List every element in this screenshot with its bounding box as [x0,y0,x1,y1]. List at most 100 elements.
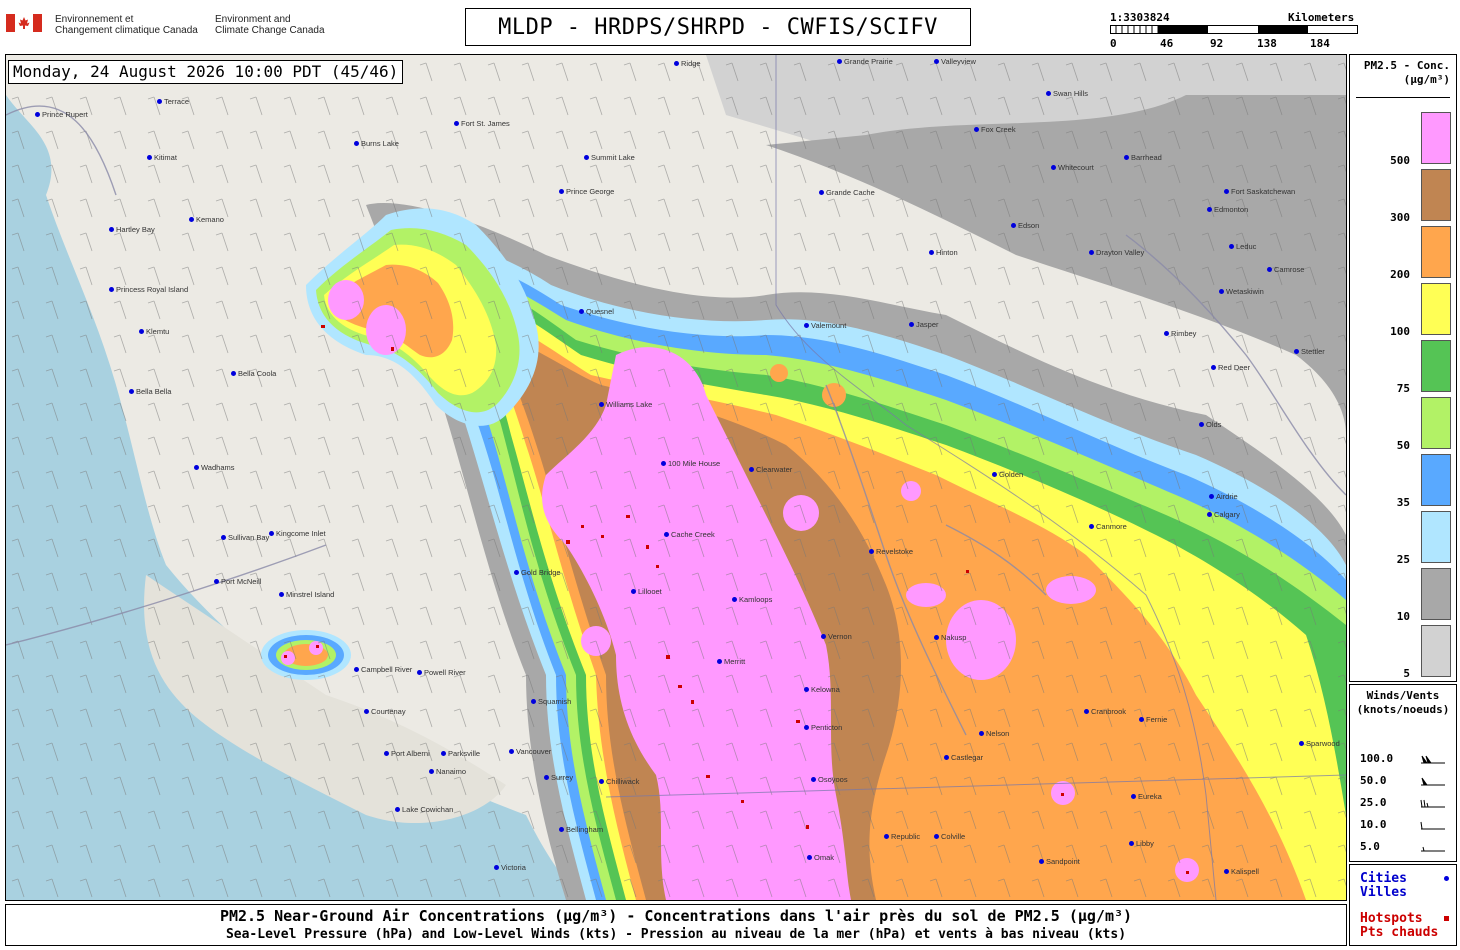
city-label: Gold Bridge [521,568,561,577]
city-label: Summit Lake [591,153,635,162]
city-label: Nanaimo [436,767,467,776]
city-dot [1211,365,1216,370]
map-canvas [6,55,1346,900]
city-dot [599,779,604,784]
legend-value-label: 50 [1396,439,1410,452]
city-label: Stettler [1301,347,1325,356]
city-label: Merritt [724,657,746,666]
government-name-english: Environment and Climate Change Canada [215,14,325,36]
city-dot [1164,331,1169,336]
city-dot [579,309,584,314]
city-dot [599,402,604,407]
city-label: Clearwater [756,465,793,474]
scale-bar [1110,25,1358,34]
city-dot [1051,165,1056,170]
city-dot [221,535,226,540]
city-dot [749,467,754,472]
city-dot [821,634,826,639]
city-dot [231,371,236,376]
smoke-forecast-map[interactable]: Prince Rupert Terrace Kitimat Kemano Har… [5,54,1347,901]
city-label: Jasper [916,320,939,329]
city-label: 100 Mile House [668,459,721,468]
legend-swatch [1421,169,1451,221]
wind-speed-label: 100.0 [1360,752,1394,765]
legend-swatch [1421,112,1451,164]
city-label: Barrhead [1131,153,1162,162]
city-label: Cache Creek [671,530,715,539]
scale-ratio: 1:3303824 [1110,11,1170,24]
map-caption: PM2.5 Near-Ground Air Concentrations (µg… [5,904,1347,946]
city-dot [837,59,842,64]
legend-swatch [1421,454,1451,506]
city-dot [819,190,824,195]
city-label: Canmore [1096,522,1127,531]
map-key: Cities Villes Hotspots Pts chauds [1349,864,1457,946]
city-label: Bella Bella [136,387,172,396]
legend-swatch [1421,226,1451,278]
city-label: Chilliwack [606,777,640,786]
city-label: Camrose [1274,265,1305,274]
city-dot [1199,422,1204,427]
city-dot [1224,189,1229,194]
wind-speed-label: 50.0 [1360,774,1387,787]
gov-fr-line2: Changement climatique Canada [55,25,198,36]
city-label: Leduc [1236,242,1257,251]
legend-swatch [1421,340,1451,392]
city-dot [1229,244,1234,249]
city-dot [1207,207,1212,212]
city-dot [811,777,816,782]
pm25-legend: PM2.5 - Conc. (µg/m³) 500 300 200 100 75 50 35… [1349,54,1457,682]
city-label: Princess Royal Island [116,285,189,294]
city-label: Republic [891,832,921,841]
wind-barb-icon [1420,821,1445,830]
city-label: Libby [1136,839,1154,848]
city-label: Sandpoint [1046,857,1080,866]
wind-title-line1: Winds/Vents [1366,689,1440,702]
city-label: Olds [1206,420,1222,429]
city-dot [194,465,199,470]
city-label: Kitimat [154,153,177,162]
city-dot [804,687,809,692]
city-dot [157,99,162,104]
city-dot [1129,841,1134,846]
scale-units: Kilometers [1288,11,1355,24]
city-label: Osoyoos [818,775,848,784]
city-dot [354,141,359,146]
hotspot-square-icon [1444,916,1449,921]
city-label: Campbell River [361,665,413,674]
city-dot [1089,524,1094,529]
scale-tick: 138 [1257,37,1277,50]
city-label: Omak [814,853,835,862]
city-label: Red Deer [1218,363,1251,372]
wind-legend-title: Winds/Vents (knots/noeuds) [1350,689,1456,717]
city-dot [1209,494,1214,499]
city-dot [934,59,939,64]
villes-label: Villes [1360,885,1407,900]
legend-value-label: 35 [1396,496,1410,509]
wind-barb-icon [1421,846,1445,852]
city-dot [1089,250,1094,255]
city-label: Powell River [424,668,466,677]
city-label: Kingcome Inlet [276,529,326,538]
wind-speed-label: 5.0 [1360,840,1380,853]
city-label: Rimbey [1171,329,1197,338]
wind-barb-icon [1421,755,1445,764]
city-dot [732,597,737,602]
legend-swatch [1421,511,1451,563]
city-label: Sparwood [1306,739,1340,748]
city-dot [979,731,984,736]
city-label: Nakusp [941,633,967,642]
city-label: Bella Coola [238,369,277,378]
city-label: Golden [999,470,1024,479]
legend-swatch [1421,283,1451,335]
city-dot [494,865,499,870]
city-label: Quesnel [586,307,614,316]
wind-title-line2: (knots/noeuds) [1356,703,1450,716]
wind-legend: Winds/Vents (knots/noeuds) 100.0 50.0 25… [1349,684,1457,862]
legend-title: PM2.5 - Conc. (µg/m³) [1350,59,1456,87]
city-label: Kemano [196,215,224,224]
city-label: Revelstoke [876,547,914,556]
city-label: Fort Saskatchewan [1231,187,1296,196]
city-dot [109,227,114,232]
wind-speed-label: 25.0 [1360,796,1387,809]
